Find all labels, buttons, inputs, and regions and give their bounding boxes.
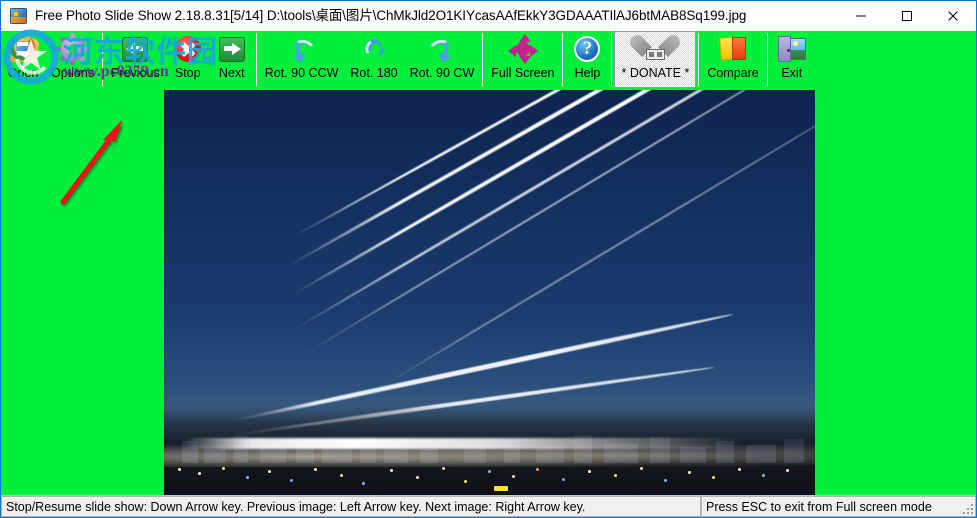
previous-button-label: Previous <box>111 66 160 80</box>
rotate-90-cw-label: Rot. 90 CW <box>409 66 475 80</box>
ground-lights <box>164 437 815 495</box>
compare-cards-icon <box>717 33 749 65</box>
full-screen-button[interactable]: Full Screen <box>485 31 560 88</box>
toolbar-separator <box>255 33 257 86</box>
compare-button[interactable]: Compare <box>701 31 764 88</box>
open-button-label: Open <box>7 66 39 80</box>
options-button-label: Options <box>51 66 95 80</box>
resize-grip[interactable] <box>961 502 973 514</box>
rotate-180-button[interactable]: Rot. 180 <box>344 31 403 88</box>
window-controls <box>838 1 976 31</box>
open-button[interactable]: Open <box>1 31 45 88</box>
application-window: Free Photo Slide Show 2.18.8.31[5/14] D:… <box>0 0 977 518</box>
main-toolbar: Open Options Previous Stop Next Rot. 90 … <box>1 31 976 90</box>
exit-button-label: Exit <box>781 66 803 80</box>
rotate-90-cw-button[interactable]: Rot. 90 CW <box>404 31 481 88</box>
status-right-text: Press ESC to exit from Full screen mode <box>706 499 932 514</box>
full-screen-label: Full Screen <box>491 66 555 80</box>
title-bar: Free Photo Slide Show 2.18.8.31[5/14] D:… <box>1 1 976 31</box>
previous-arrow-icon <box>119 33 151 65</box>
rotate-cw-icon <box>426 33 458 65</box>
fullscreen-arrows-icon <box>507 33 539 65</box>
next-button-label: Next <box>218 66 245 80</box>
previous-button[interactable]: Previous <box>105 31 166 88</box>
status-right-panel: Press ESC to exit from Full screen mode <box>701 496 976 517</box>
status-bar: Stop/Resume slide show: Down Arrow key. … <box>1 495 976 517</box>
annotation-arrow <box>60 120 122 205</box>
toolbar-separator <box>766 33 768 86</box>
rotate-90-ccw-button[interactable]: Rot. 90 CCW <box>259 31 345 88</box>
minimize-button[interactable] <box>838 1 884 31</box>
open-folder-icon <box>6 33 40 65</box>
rotate-90-ccw-label: Rot. 90 CCW <box>264 66 339 80</box>
donate-button-label: * DONATE * <box>621 66 690 80</box>
toolbar-separator <box>698 33 700 86</box>
toolbar-separator <box>562 33 564 86</box>
stop-icon <box>172 33 204 65</box>
donate-button[interactable]: * DONATE * <box>614 31 697 88</box>
status-left-panel: Stop/Resume slide show: Down Arrow key. … <box>1 496 701 517</box>
viewer-area[interactable] <box>1 90 976 495</box>
stop-button-label: Stop <box>174 66 201 80</box>
help-button-label: Help <box>574 66 601 80</box>
toolbar-separator <box>102 33 104 86</box>
exit-door-icon <box>776 33 808 65</box>
next-arrow-icon <box>216 33 248 65</box>
options-button[interactable]: Options <box>45 31 100 88</box>
compare-button-label: Compare <box>707 66 759 80</box>
help-question-icon: ? <box>571 33 603 65</box>
slideshow-icon <box>8 5 30 27</box>
close-button[interactable] <box>930 1 976 31</box>
donate-heart-icon <box>639 33 671 65</box>
rotate-180-icon <box>358 33 390 65</box>
status-left-text: Stop/Resume slide show: Down Arrow key. … <box>6 499 586 514</box>
rotate-ccw-icon <box>286 33 318 65</box>
gear-icon <box>56 33 89 65</box>
photo-canvas[interactable] <box>164 90 815 495</box>
maximize-button[interactable] <box>884 1 930 31</box>
window-title: Free Photo Slide Show 2.18.8.31[5/14] D:… <box>35 8 747 23</box>
toolbar-separator <box>482 33 484 86</box>
stop-button[interactable]: Stop <box>166 31 210 88</box>
help-button[interactable]: ? Help <box>565 31 609 88</box>
exit-button[interactable]: Exit <box>770 31 814 88</box>
toolbar-separator <box>611 33 613 86</box>
next-button[interactable]: Next <box>210 31 254 88</box>
rotate-180-label: Rot. 180 <box>350 66 398 80</box>
